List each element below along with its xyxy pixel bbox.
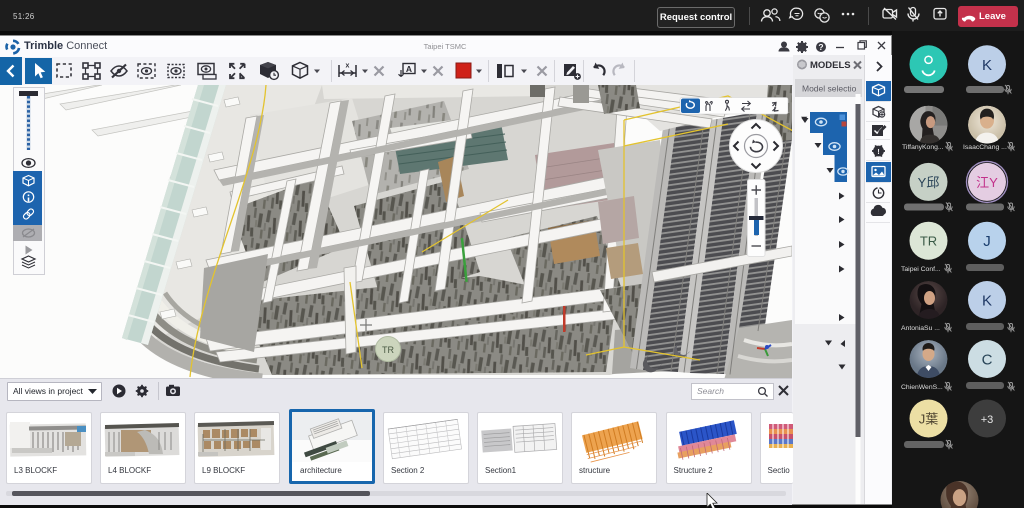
svg-text:ChienWenS...: ChienWenS...	[901, 384, 943, 391]
svg-text:TiffanyKong...: TiffanyKong...	[902, 144, 944, 151]
svg-text:J葉: J葉	[919, 412, 939, 427]
svg-text:MODELS: MODELS	[810, 60, 851, 71]
svg-text:江Y: 江Y	[976, 175, 998, 190]
svg-text:!: !	[877, 149, 879, 156]
svg-text:IsaacChang ...: IsaacChang ...	[963, 144, 1007, 151]
svg-text:K: K	[982, 57, 992, 74]
svg-text:Model selectio: Model selectio	[802, 84, 857, 94]
svg-text:x: x	[346, 63, 350, 70]
svg-text:K: K	[982, 293, 992, 310]
svg-text:Taipei Conf...: Taipei Conf...	[901, 266, 941, 273]
svg-text:TR: TR	[382, 345, 394, 355]
svg-text:+3: +3	[981, 414, 994, 426]
svg-text:AntoniaSu ...: AntoniaSu ...	[901, 325, 940, 332]
svg-text:A: A	[406, 64, 412, 74]
svg-text:TR: TR	[920, 234, 937, 249]
svg-text:C: C	[982, 352, 993, 369]
svg-text:Y邱: Y邱	[918, 175, 940, 190]
svg-text:?: ?	[818, 42, 823, 52]
svg-text:J: J	[983, 233, 991, 250]
